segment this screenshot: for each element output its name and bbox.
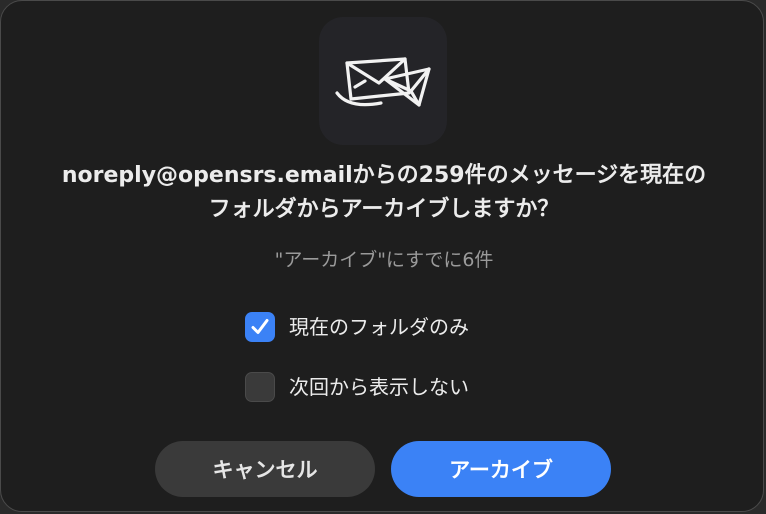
option-current-folder-only[interactable]: 現在のフォルダのみ bbox=[245, 311, 469, 343]
message-line-2: フォルダからアーカイブしますか？ bbox=[208, 197, 560, 222]
current-folder-only-label[interactable]: 現在のフォルダのみ bbox=[289, 312, 469, 342]
confirm-message: noreply@opensrs.emailからの259件のメッセージを現在の フ… bbox=[21, 159, 747, 227]
option-dont-show-again[interactable]: 次回から表示しない bbox=[245, 371, 469, 403]
message-line-1: noreply@opensrs.emailからの259件のメッセージを現在の bbox=[61, 163, 707, 188]
already-archived-note: "アーカイブ"にすでに6件 bbox=[274, 249, 494, 271]
archive-confirm-dialog: noreply@opensrs.emailからの259件のメッセージを現在の フ… bbox=[0, 0, 764, 512]
archive-button[interactable]: アーカイブ bbox=[391, 441, 611, 497]
checkmark-icon bbox=[251, 319, 269, 334]
mail-app-icon bbox=[319, 17, 447, 145]
dont-show-again-checkbox[interactable] bbox=[245, 372, 275, 402]
dont-show-again-label[interactable]: 次回から表示しない bbox=[289, 372, 469, 402]
cancel-button[interactable]: キャンセル bbox=[155, 441, 375, 497]
current-folder-only-checkbox[interactable] bbox=[245, 312, 275, 342]
mail-envelopes-icon bbox=[335, 57, 431, 107]
